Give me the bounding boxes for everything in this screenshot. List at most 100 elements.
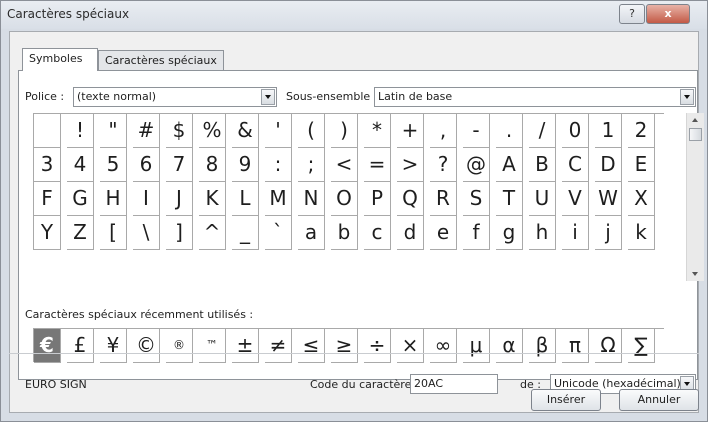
symbol-cell[interactable]: a (298, 216, 325, 250)
symbol-cell[interactable]: ) (331, 114, 358, 148)
symbol-cell[interactable]: 4 (67, 148, 94, 182)
symbol-cell[interactable]: J (166, 182, 193, 216)
recent-symbol-cell[interactable]: ® (166, 329, 193, 363)
symbol-cell[interactable]: A (496, 148, 523, 182)
symbol-cell[interactable]: S (463, 182, 490, 216)
symbol-cell[interactable]: < (331, 148, 358, 182)
recent-symbol-cell[interactable]: α (496, 329, 523, 363)
recent-symbol-cell[interactable]: © (133, 329, 160, 363)
symbol-cell[interactable]: ! (67, 114, 94, 148)
recent-symbol-cell[interactable]: £ (67, 329, 94, 363)
symbol-cell[interactable]: - (463, 114, 490, 148)
recent-symbol-cell[interactable]: € (34, 329, 61, 363)
symbol-cell[interactable]: j (595, 216, 622, 250)
symbol-cell[interactable]: L (232, 182, 259, 216)
symbol-cell[interactable]: 3 (34, 148, 61, 182)
symbol-cell[interactable]: U (529, 182, 556, 216)
symbol-cell[interactable]: 9 (232, 148, 259, 182)
help-button[interactable]: ? (619, 4, 645, 24)
symbol-cell[interactable]: = (364, 148, 391, 182)
symbol-cell[interactable]: & (232, 114, 259, 148)
symbol-cell[interactable]: k (628, 216, 655, 250)
recent-symbol-cell[interactable]: μ (463, 329, 490, 363)
tab-special-characters[interactable]: Caractères spéciaux (98, 50, 224, 70)
symbol-cell[interactable]: $ (166, 114, 193, 148)
symbol-cell[interactable]: , (430, 114, 457, 148)
tab-symbols[interactable]: Symboles (22, 48, 98, 71)
symbol-cell[interactable]: ] (166, 216, 193, 250)
symbol-cell[interactable]: O (331, 182, 358, 216)
symbol-cell[interactable]: 0 (562, 114, 589, 148)
symbol-cell[interactable]: _ (232, 216, 259, 250)
symbol-cell[interactable]: ; (298, 148, 325, 182)
close-button[interactable]: x (646, 4, 690, 24)
symbol-cell[interactable]: [ (100, 216, 127, 250)
title-bar[interactable]: Caractères spéciaux ? x (1, 1, 707, 29)
symbol-cell[interactable]: 8 (199, 148, 226, 182)
symbol-cell[interactable]: 2 (628, 114, 655, 148)
symbol-cell[interactable]: Q (397, 182, 424, 216)
symbol-cell[interactable]: > (397, 148, 424, 182)
symbol-cell[interactable]: e (430, 216, 457, 250)
subset-select[interactable]: Latin de base (374, 87, 696, 107)
recent-symbol-cell[interactable]: β (529, 329, 556, 363)
char-code-field[interactable]: 20AC (410, 374, 498, 394)
symbol-cell[interactable]: D (595, 148, 622, 182)
symbol-cell[interactable]: R (430, 182, 457, 216)
symbol-cell[interactable]: G (67, 182, 94, 216)
symbol-cell[interactable]: b (331, 216, 358, 250)
chevron-down-icon[interactable] (261, 89, 275, 105)
symbol-cell[interactable]: 7 (166, 148, 193, 182)
symbol-cell[interactable]: E (628, 148, 655, 182)
symbol-cell[interactable]: % (199, 114, 226, 148)
recent-symbol-cell[interactable]: × (397, 329, 424, 363)
symbol-cell[interactable]: K (199, 182, 226, 216)
recent-symbol-cell[interactable]: ™ (199, 329, 226, 363)
symbol-cell[interactable]: : (265, 148, 292, 182)
cancel-button[interactable]: Annuler (619, 389, 699, 411)
symbol-grid-scrollbar[interactable] (686, 113, 704, 281)
symbol-cell[interactable]: Y (34, 216, 61, 250)
font-select[interactable]: (texte normal) (73, 87, 277, 107)
scroll-thumb[interactable] (689, 128, 702, 141)
recent-symbol-cell[interactable]: ± (232, 329, 259, 363)
symbol-cell[interactable]: 1 (595, 114, 622, 148)
symbol-cell[interactable]: i (562, 216, 589, 250)
symbol-cell[interactable]: W (595, 182, 622, 216)
symbol-cell[interactable]: 6 (133, 148, 160, 182)
symbol-cell[interactable]: f (463, 216, 490, 250)
recent-symbol-cell[interactable]: ÷ (364, 329, 391, 363)
symbol-cell[interactable]: " (100, 114, 127, 148)
recent-symbol-cell[interactable]: Ω (595, 329, 622, 363)
symbol-cell[interactable]: B (529, 148, 556, 182)
symbol-cell[interactable]: ^ (199, 216, 226, 250)
symbol-cell[interactable]: 5 (100, 148, 127, 182)
chevron-down-icon[interactable] (680, 89, 694, 105)
recent-symbol-cell[interactable]: ¥ (100, 329, 127, 363)
scroll-down-icon[interactable] (687, 267, 704, 281)
symbol-cell[interactable]: / (529, 114, 556, 148)
symbol-cell[interactable]: C (562, 148, 589, 182)
symbol-cell[interactable] (34, 114, 61, 148)
symbol-cell[interactable]: ? (430, 148, 457, 182)
symbol-cell[interactable]: d (397, 216, 424, 250)
symbol-cell[interactable]: M (265, 182, 292, 216)
recent-symbol-cell[interactable]: ≥ (331, 329, 358, 363)
symbol-cell[interactable]: ' (265, 114, 292, 148)
recent-symbol-cell[interactable]: ≤ (298, 329, 325, 363)
symbol-cell[interactable]: + (397, 114, 424, 148)
symbol-cell[interactable]: I (133, 182, 160, 216)
symbol-cell[interactable]: @ (463, 148, 490, 182)
symbol-cell[interactable]: X (628, 182, 655, 216)
recent-symbol-cell[interactable]: π (562, 329, 589, 363)
symbol-cell[interactable]: h (529, 216, 556, 250)
symbol-cell[interactable]: # (133, 114, 160, 148)
symbol-cell[interactable]: F (34, 182, 61, 216)
symbol-cell[interactable]: * (364, 114, 391, 148)
symbol-cell[interactable]: V (562, 182, 589, 216)
recent-symbol-cell[interactable]: ∑ (628, 329, 655, 363)
symbol-cell[interactable]: Z (67, 216, 94, 250)
symbol-cell[interactable]: c (364, 216, 391, 250)
recent-symbol-cell[interactable]: ∞ (430, 329, 457, 363)
symbol-cell[interactable]: N (298, 182, 325, 216)
